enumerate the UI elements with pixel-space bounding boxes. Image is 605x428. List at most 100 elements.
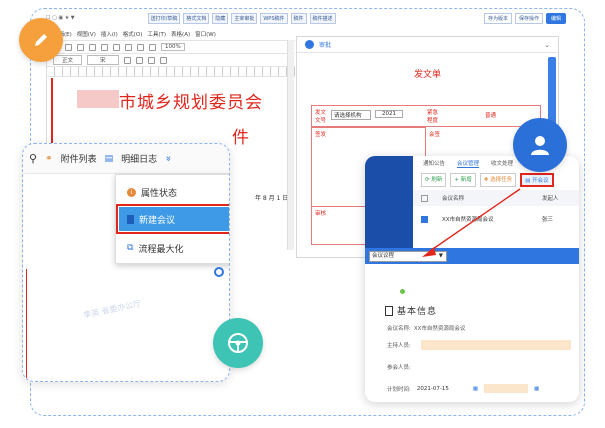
ruler	[47, 67, 295, 77]
form-header-label: 审批	[319, 42, 332, 49]
menu-item-new-meeting[interactable]: 新建会议	[116, 204, 229, 234]
undo-icon[interactable]	[137, 43, 144, 51]
print-icon[interactable]	[89, 43, 96, 51]
tb-button-5[interactable]: WPS稿件	[260, 12, 288, 24]
form-title: 发文单	[413, 70, 441, 80]
tb-button-3[interactable]: 隐藏	[212, 12, 229, 24]
menu-item-properties-label: 属性状态	[141, 188, 178, 199]
chevron-down-icon[interactable]: ⌄	[544, 41, 550, 49]
menu-format[interactable]: 格式(O)	[123, 30, 143, 38]
red-arrow-line	[429, 188, 521, 252]
form-name-row: 会议名称: XX市自然资源局会议	[387, 324, 465, 332]
tb-button-2[interactable]: 格式文档	[183, 12, 210, 24]
redo-icon[interactable]	[149, 43, 156, 51]
bold-icon[interactable]	[123, 56, 131, 64]
document-title: 市城乡规划委员会	[119, 93, 263, 113]
row-initiator: 张三	[542, 217, 554, 223]
refresh-label: 刷新	[431, 177, 443, 183]
search-icon[interactable]: ⚲	[29, 152, 37, 165]
doc-no-label: 发文 文号	[315, 110, 327, 124]
title-bar: ☐ ▢ ▣ ★ ▼ 送打印/草稿 格式文档 隐藏 主宰审批 WPS稿件 稿件 稿…	[46, 10, 566, 26]
open-icon[interactable]	[65, 43, 72, 51]
countersign-label: 会签	[429, 132, 441, 138]
tab-detail-log[interactable]: 明细日志	[121, 152, 157, 165]
calendar-icon[interactable]: ▦	[473, 386, 478, 392]
save-version-button[interactable]: 存为版本	[483, 12, 512, 24]
select-task-label: 选择任务	[490, 177, 513, 183]
menu-item-maximize-flow[interactable]: ⧉ 流程最大化	[119, 236, 229, 260]
save-op-button[interactable]: 保存操作	[514, 12, 543, 24]
tb-button-7[interactable]: 稿件描述	[309, 12, 336, 24]
align-icon[interactable]	[159, 56, 167, 64]
meeting-name-value[interactable]: XX市自然资源局会议	[414, 324, 466, 332]
section-title: 基本信息	[397, 307, 438, 317]
style-box[interactable]: 正文	[53, 55, 83, 65]
menu-item-maximize-flow-label: 流程最大化	[138, 244, 184, 255]
tb-button-4[interactable]: 主宰审批	[231, 12, 258, 24]
host-input[interactable]	[421, 340, 571, 350]
tab-notice[interactable]: 通知公告	[423, 159, 445, 168]
pencil-circle	[19, 18, 63, 62]
menu-window[interactable]: 窗口(W)	[195, 30, 216, 38]
date-text: 年 8 月 1 日	[255, 195, 289, 202]
review-label: 审核	[315, 211, 327, 217]
form-attendee-row: 参会人员:	[387, 363, 411, 371]
menu-item-properties[interactable]: i 属性状态	[119, 180, 229, 204]
paste-icon[interactable]	[125, 43, 132, 51]
underline-icon[interactable]	[147, 56, 155, 64]
menu-table[interactable]: 表格(A)	[171, 30, 190, 38]
copy-icon[interactable]	[113, 43, 120, 51]
save-icon[interactable]	[77, 43, 84, 51]
more-icon[interactable]: »	[163, 155, 174, 161]
red-arrow-head	[422, 247, 436, 257]
green-dot	[400, 289, 405, 294]
menu-view[interactable]: 视图(V)	[77, 30, 96, 38]
tb-button-6[interactable]: 稿件	[290, 12, 307, 24]
add-label: 新增	[460, 177, 472, 183]
edit-circle-icon	[305, 40, 314, 49]
tb-button-1[interactable]: 送打印/草稿	[147, 12, 181, 24]
editor-scrollbar[interactable]	[287, 40, 294, 250]
log-icon: ▤	[104, 153, 114, 164]
tab-receive[interactable]: 收文处理	[491, 159, 513, 168]
steering-wheel-icon	[228, 333, 248, 353]
urgency-label: 紧急 程度	[427, 110, 439, 124]
open-meeting-label: 开会议	[532, 178, 549, 184]
host-label: 主持人员:	[387, 343, 411, 349]
popup-red-rule	[23, 269, 27, 379]
italic-icon[interactable]	[135, 56, 143, 64]
new-doc-icon	[127, 214, 134, 224]
paperclip-icon: ⚭	[45, 153, 53, 164]
calendar-end-icon[interactable]: ▦	[534, 386, 539, 392]
time-end-input[interactable]	[484, 384, 529, 393]
urgency-value[interactable]: 普通	[485, 111, 496, 119]
document-title-line2: 件	[232, 128, 250, 148]
section-header: 基本信息	[385, 304, 437, 317]
menu-tools[interactable]: 工具(T)	[147, 30, 166, 38]
zoom-box[interactable]: 100%	[161, 43, 185, 51]
word-toolbar-1: 100%	[47, 41, 295, 54]
year-select[interactable]: 2021	[375, 110, 403, 118]
font-box[interactable]: 宋	[87, 55, 119, 65]
user-icon	[531, 136, 549, 155]
word-toolbar-2: 正文 宋	[47, 54, 295, 67]
red-arrow	[422, 188, 521, 257]
popup-watermark: 李英 省委办公厅	[82, 299, 142, 320]
menu-insert[interactable]: 插入(I)	[101, 30, 118, 38]
edit-button[interactable]: 编辑	[545, 12, 566, 24]
pencil-icon	[35, 34, 47, 46]
redacted-block	[77, 90, 119, 108]
info-icon: i	[127, 187, 136, 197]
attendee-label: 参会人员:	[387, 365, 411, 371]
doc-no-select[interactable]: 请选择机构	[331, 110, 371, 120]
header-initiator: 发起人	[542, 196, 559, 202]
steering-circle	[213, 318, 263, 368]
cut-icon[interactable]	[101, 43, 108, 51]
doc-icon	[385, 305, 393, 316]
radio-button[interactable]	[214, 267, 224, 277]
tab-attachments[interactable]: 附件列表	[61, 152, 97, 165]
time-value[interactable]: 2021-07-15	[417, 386, 449, 392]
tab-meeting[interactable]: 会议管理	[457, 159, 480, 168]
app-tabs: 通知公告 会议管理 收文处理	[423, 159, 513, 168]
popup-toolbar: ⚲ ⚭ 附件列表 ▤ 明细日志 »	[23, 144, 229, 174]
